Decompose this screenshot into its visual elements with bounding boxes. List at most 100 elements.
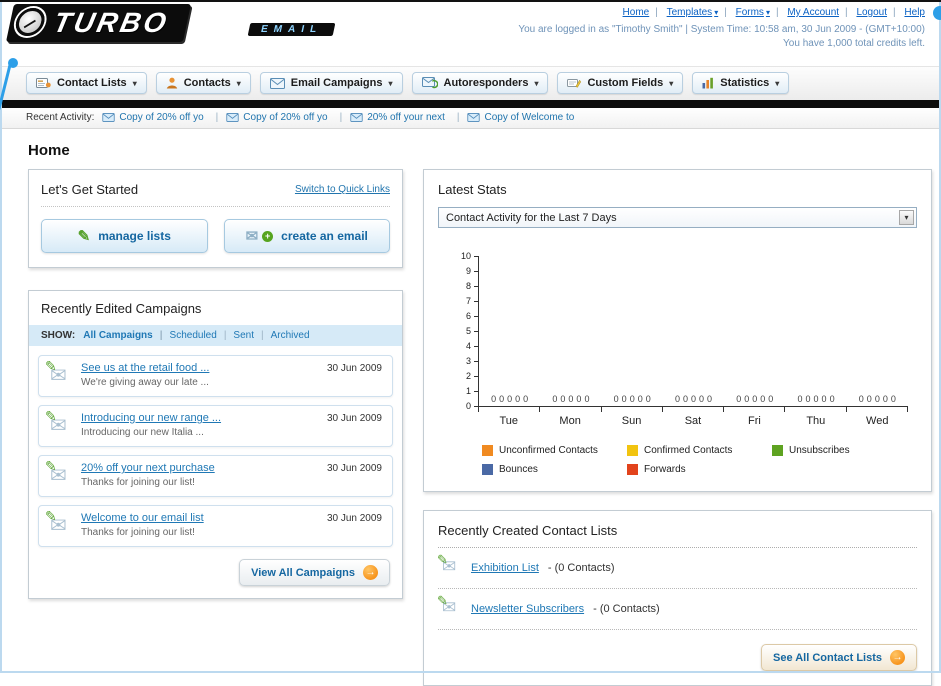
- pencil-icon: ✎: [45, 408, 57, 424]
- nav-my-account-link[interactable]: My Account: [787, 7, 853, 18]
- campaign-date: 30 Jun 2009: [326, 363, 382, 374]
- chart-value-label: 0: [491, 394, 497, 404]
- contact-lists-icon: [36, 78, 51, 88]
- tab-contact-lists[interactable]: Contact Lists ▾: [26, 72, 147, 94]
- pencil-icon: ✎: [437, 552, 448, 567]
- edit-campaign-icon: ✉ ✎: [45, 358, 74, 388]
- legend-swatch: [482, 445, 493, 456]
- chart-value-label: 0: [523, 394, 529, 404]
- caret-down-icon: ▾: [669, 78, 674, 88]
- pencil-icon: ✎: [45, 458, 57, 474]
- envelope-icon: ✉: [245, 228, 259, 245]
- contact-list-count: - (0 Contacts): [593, 603, 660, 615]
- filter-all-campaigns[interactable]: All Campaigns: [83, 330, 169, 341]
- campaign-row[interactable]: ✉ ✎ 30 Jun 2009 See us at the retail food…: [38, 355, 393, 397]
- tab-contacts[interactable]: Contacts ▾: [155, 72, 251, 94]
- chart-value-label: 0: [690, 394, 696, 404]
- recent-activity-bar: Recent Activity: Copy of 20% off yo Copy…: [0, 108, 941, 129]
- envelope-icon: [467, 113, 481, 122]
- campaign-subtitle: We're giving away our late ...: [81, 377, 209, 388]
- caret-down-icon: ▾: [534, 78, 539, 88]
- create-email-button[interactable]: ✉ + create an email: [223, 219, 390, 253]
- caret-down-icon: ▾: [132, 78, 137, 88]
- header: TURBO EMAIL Home Templates▾ Forms▾ My Ac…: [0, 2, 941, 110]
- corner-blue-dot-icon: [933, 6, 941, 20]
- legend-swatch: [772, 445, 783, 456]
- campaign-date: 30 Jun 2009: [326, 463, 382, 474]
- login-info: You are logged in as "Timothy Smith" | S…: [518, 24, 925, 35]
- contact-list-item[interactable]: ✉ ✎ Newsletter Subscribers - (0 Contacts): [437, 589, 917, 630]
- contacts-icon: [166, 77, 177, 89]
- chart-value-label: 0: [752, 394, 758, 404]
- tab-autoresponders[interactable]: Autoresponders ▾: [411, 72, 549, 94]
- recent-activity-item[interactable]: Copy of 20% off yo: [102, 112, 218, 123]
- chart-x-labels: Tue Mon Sun Sat Fri Thu Wed: [478, 412, 908, 427]
- campaign-subtitle: Introducing our new Italia ...: [81, 427, 204, 438]
- chart-value-label: 0: [813, 394, 819, 404]
- chart-value-label: 0: [874, 394, 880, 404]
- envelope-icon: [350, 113, 363, 122]
- legend-swatch: [627, 464, 638, 475]
- contact-list-count: - (0 Contacts): [547, 562, 615, 574]
- tab-email-campaigns[interactable]: Email Campaigns ▾: [259, 72, 403, 94]
- legend-swatch: [482, 464, 493, 475]
- campaign-filter-tabs: SHOW: All Campaigns Scheduled Sent Archi…: [29, 325, 402, 346]
- edit-list-icon: ✉ ✎: [437, 552, 462, 577]
- campaign-row[interactable]: ✉ ✎ 30 Jun 2009 20% off your next purchas…: [38, 455, 393, 497]
- turbo-email-logo[interactable]: TURBO EMAIL: [5, 4, 336, 42]
- recent-activity-item[interactable]: 20% off your next: [350, 112, 459, 123]
- manage-lists-button[interactable]: ✎ manage lists: [41, 219, 208, 253]
- plus-icon: +: [262, 230, 274, 242]
- chart-day-group: 00000: [785, 256, 846, 406]
- logo-title: TURBO: [50, 7, 172, 38]
- caret-down-icon: ▾: [765, 8, 770, 17]
- nav-help-link[interactable]: Help: [904, 7, 925, 18]
- pencil-icon: ✎: [45, 508, 57, 524]
- chart-y-axis: 10 9 8 7 6 5 4 3 2 1 0: [452, 251, 478, 411]
- chart-x-label: Mon: [559, 415, 581, 427]
- chart-value-label: 0: [866, 394, 872, 404]
- campaign-row[interactable]: ✉ ✎ 30 Jun 2009 Welcome to our email list…: [38, 505, 393, 547]
- chart-value-label: 0: [682, 394, 688, 404]
- filter-scheduled[interactable]: Scheduled: [170, 330, 234, 341]
- view-all-campaigns-button[interactable]: View All Campaigns →: [239, 559, 390, 586]
- chart-value-label: 0: [645, 394, 651, 404]
- tab-custom-fields[interactable]: Custom Fields ▾: [557, 72, 684, 94]
- filter-archived[interactable]: Archived: [271, 330, 310, 341]
- recent-activity-item[interactable]: Copy of Welcome to: [467, 112, 574, 123]
- stats-period-select[interactable]: Contact Activity for the Last 7 Days ▾: [438, 207, 917, 228]
- recent-activity-item[interactable]: Copy of 20% off yo: [226, 112, 342, 123]
- nav-divider-bar: [0, 100, 941, 108]
- campaign-row[interactable]: ✉ ✎ 30 Jun 2009 Introducing our new range…: [38, 405, 393, 447]
- credits-info: You have 1,000 total credits left.: [783, 38, 925, 49]
- tab-statistics[interactable]: Statistics ▾: [692, 72, 790, 94]
- logo-subtitle: EMAIL: [247, 23, 336, 36]
- chart-x-label: Wed: [866, 415, 889, 427]
- nav-logout-link[interactable]: Logout: [856, 7, 901, 18]
- edit-campaign-icon: ✉ ✎: [45, 458, 74, 488]
- chart-value-label: 0: [674, 394, 680, 404]
- filter-sent[interactable]: Sent: [233, 330, 270, 341]
- chart-x-label: Sat: [684, 415, 702, 427]
- chart-value-label: 0: [507, 394, 513, 404]
- see-all-contact-lists-button[interactable]: See All Contact Lists →: [760, 644, 917, 671]
- nav-templates-link[interactable]: Templates ▾: [667, 7, 733, 18]
- chart-value-label: 0: [882, 394, 888, 404]
- statistics-icon: [702, 77, 714, 89]
- contact-list-link[interactable]: Exhibition List: [471, 562, 539, 574]
- chart-day-group: 00000: [602, 256, 663, 406]
- recent-campaigns-panel: Recently Edited Campaigns SHOW: All Camp…: [28, 290, 403, 599]
- contact-list-item[interactable]: ✉ ✎ Exhibition List - (0 Contacts): [437, 548, 917, 589]
- contact-activity-chart: 10 9 8 7 6 5 4 3 2 1 0 000000000000000000000000000…: [438, 251, 917, 427]
- switch-quick-links-link[interactable]: Switch to Quick Links: [295, 184, 390, 195]
- chart-value-label: 0: [552, 394, 558, 404]
- nav-home-link[interactable]: Home: [623, 7, 664, 18]
- chart-value-label: 0: [637, 394, 643, 404]
- caret-down-icon: ▾: [388, 78, 393, 88]
- legend-confirmed-contacts: Confirmed Contacts: [627, 445, 772, 456]
- nav-forms-link[interactable]: Forms ▾: [736, 7, 785, 18]
- chart-x-label: Fri: [747, 415, 761, 427]
- contact-list-link[interactable]: Newsletter Subscribers: [471, 603, 584, 615]
- recent-activity-label: Recent Activity:: [26, 112, 95, 123]
- chart-day-group: 00000: [847, 256, 908, 406]
